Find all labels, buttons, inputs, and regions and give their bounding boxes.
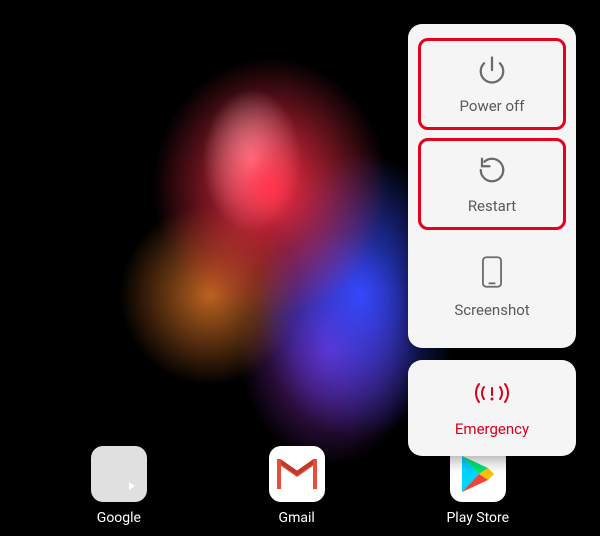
- app-label: Play Store: [446, 510, 509, 526]
- app-gmail[interactable]: Gmail: [269, 446, 325, 526]
- power-icon: [477, 55, 507, 89]
- app-label: Google: [97, 510, 141, 526]
- power-menu: Power off Restart Screenshot: [408, 24, 576, 456]
- power-off-button[interactable]: Power off: [418, 38, 566, 130]
- app-label: Gmail: [279, 510, 315, 526]
- screenshot-icon: [479, 255, 505, 293]
- google-folder-icon: [91, 446, 147, 502]
- restart-label: Restart: [468, 197, 516, 215]
- restart-button[interactable]: Restart: [418, 138, 566, 230]
- emergency-button[interactable]: Emergency: [408, 360, 576, 456]
- app-play-store[interactable]: Play Store: [446, 446, 509, 526]
- app-google-folder[interactable]: Google: [91, 446, 147, 526]
- power-menu-main-panel: Power off Restart Screenshot: [408, 24, 576, 348]
- power-off-label: Power off: [460, 97, 525, 115]
- gmail-icon: [269, 446, 325, 502]
- screenshot-button[interactable]: Screenshot: [418, 238, 566, 334]
- restart-icon: [477, 155, 507, 189]
- screenshot-label: Screenshot: [454, 301, 529, 319]
- dock: Google Gmail Play Store: [0, 446, 600, 526]
- emergency-label: Emergency: [455, 420, 529, 438]
- emergency-icon: [475, 380, 509, 410]
